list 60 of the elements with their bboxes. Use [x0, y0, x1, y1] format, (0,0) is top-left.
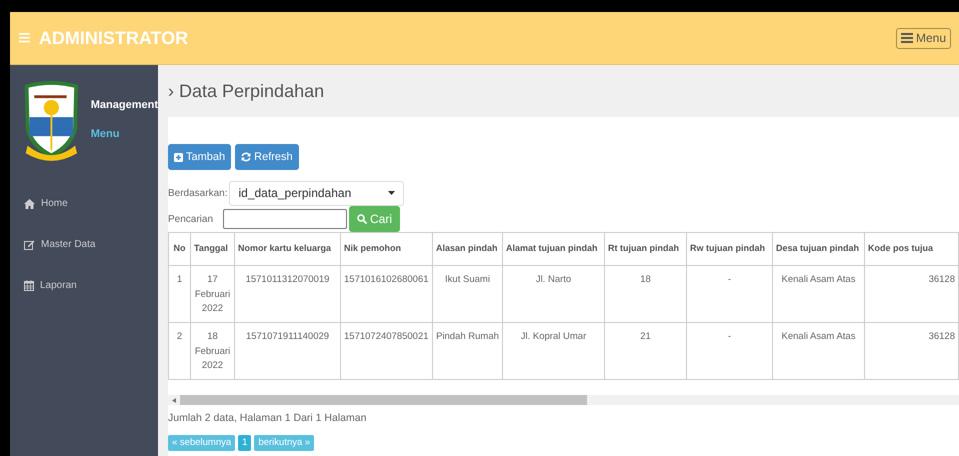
- plus-icon: [174, 152, 183, 162]
- refresh-icon: [241, 152, 252, 162]
- app-title: ADMINISTRATOR: [38, 26, 188, 50]
- table-cell: Kenali Asam Atas: [772, 266, 864, 322]
- scroll-left-icon: [172, 398, 176, 402]
- column-header: Nomor kartu keluarga: [234, 232, 340, 266]
- table-cell: 18 Februari 2022: [190, 322, 234, 380]
- brand-text: Management: [90, 98, 158, 113]
- edit-icon: [24, 240, 35, 250]
- horizontal-scrollbar[interactable]: [168, 395, 959, 405]
- search-button[interactable]: Cari: [349, 206, 400, 232]
- table-cell: 17 Februari 2022: [190, 266, 234, 322]
- page-button[interactable]: berikutnya »: [254, 434, 314, 451]
- table-cell: Kenali Asam Atas: [772, 322, 864, 380]
- search-label: Pencarian: [168, 212, 214, 226]
- page-button[interactable]: « sebelumnya: [168, 434, 236, 451]
- search-field[interactable]: [223, 209, 347, 229]
- table-cell: 1: [168, 266, 190, 322]
- column-header: Nik pemohon: [340, 232, 432, 266]
- table-cell: 36128: [864, 266, 958, 322]
- column-header: Kode pos tujua: [864, 232, 958, 266]
- home-icon: [24, 198, 35, 208]
- table-cell: -: [686, 322, 772, 380]
- filter-label: Berdasarkan:: [168, 186, 228, 200]
- filter-dropdown[interactable]: id_data_perpindahan: [229, 180, 404, 206]
- menu-button[interactable]: Menu: [896, 28, 951, 48]
- calendar-icon: [24, 280, 34, 291]
- table-cell: Pindah Rumah: [432, 322, 502, 380]
- table-cell: 1571072407850021: [340, 322, 432, 380]
- column-header: Tanggal: [190, 232, 234, 266]
- table-cell: 1571016102680061: [340, 266, 432, 322]
- column-header: Rt tujuan pindah: [604, 232, 686, 266]
- refresh-button[interactable]: Refresh: [235, 144, 299, 170]
- table-cell: 1571011312070019: [234, 266, 340, 322]
- caret-down-icon: [388, 191, 396, 195]
- summary-text: Jumlah 2 data, Halaman 1 Dari 1 Halaman: [168, 411, 368, 426]
- table-cell: 21: [604, 322, 686, 380]
- table-cell: -: [686, 266, 772, 322]
- caret-icon: ›: [168, 78, 174, 104]
- table-cell: Jl. Narto: [502, 266, 604, 322]
- table-cell: Ikut Suami: [432, 266, 502, 322]
- add-button[interactable]: Tambah: [168, 144, 232, 170]
- page-title: Data Perpindahan: [179, 80, 324, 103]
- column-header: Rw tujuan pindah: [686, 232, 772, 266]
- search-icon: [357, 214, 367, 224]
- column-header: Desa tujuan pindah: [772, 232, 864, 266]
- table-cell: Jl. Kopral Umar: [502, 322, 604, 380]
- brand-subtext: Menu: [90, 126, 120, 142]
- sidebar-item[interactable]: Master Data: [10, 224, 158, 265]
- table-cell: 2: [168, 322, 190, 380]
- list-icon: [900, 33, 913, 43]
- page-button[interactable]: 1: [238, 434, 252, 451]
- column-header: No: [168, 232, 190, 266]
- sidebar-item[interactable]: Home: [10, 183, 158, 224]
- column-header: Alamat tujuan pindah: [502, 232, 604, 266]
- table-cell: 36128: [864, 322, 958, 380]
- column-header: Alasan pindah: [432, 232, 502, 266]
- sidebar-item[interactable]: Laporan: [10, 265, 158, 306]
- table-cell: 18: [604, 266, 686, 322]
- table-cell: 1571071911140029: [234, 322, 340, 380]
